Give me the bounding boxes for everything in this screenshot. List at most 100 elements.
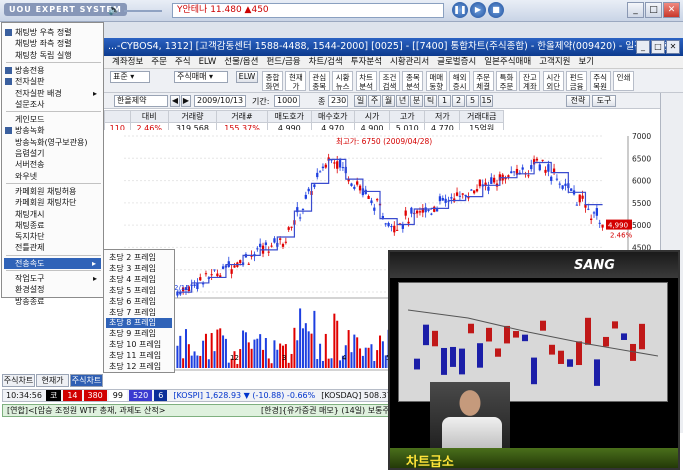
count-field[interactable]: 230 <box>328 95 348 107</box>
side-menu-item[interactable]: 독지차단 <box>5 231 44 242</box>
period-button[interactable]: 15 <box>480 95 493 107</box>
side-menu-item[interactable]: 채팅창 독립 실행 <box>5 50 72 61</box>
menu-item[interactable]: 시황관리서 <box>390 57 429 67</box>
side-menu-item[interactable]: 채팅종료 <box>5 220 44 231</box>
side-menu-item[interactable]: 채팅방 우측 정렬 <box>5 27 72 38</box>
period-button[interactable]: 1 <box>438 95 451 107</box>
side-menu-item[interactable]: 카페회원 채팅차단 <box>5 197 76 208</box>
side-menu-item[interactable]: 방송종료 <box>5 296 44 307</box>
menu-item[interactable]: 계좌정보 <box>112 57 143 67</box>
frame-rate-option[interactable]: 초당 7 프레임 <box>109 308 156 318</box>
menu-item[interactable]: 차트/검색 <box>309 57 343 67</box>
period-field[interactable]: 1000 <box>274 95 300 107</box>
next-button[interactable]: ▶ <box>181 95 191 107</box>
toolbar-button[interactable]: 특화주문 <box>496 71 517 91</box>
toolbar-button[interactable]: 인쇄 <box>613 71 634 91</box>
prev-button[interactable]: ◀ <box>170 95 180 107</box>
toolbar-button[interactable]: 관심종목 <box>308 71 330 91</box>
toolbar-button[interactable]: 매매동향 <box>425 71 447 91</box>
date-field[interactable]: 2009/10/13 <box>194 95 246 107</box>
inner-close-button[interactable]: ✕ <box>666 40 680 54</box>
toolbar-button[interactable]: 차트분석 <box>355 71 377 91</box>
news-text[interactable]: [연합]<[압승 조정원 WTF 총재, 과제도 산적> <box>7 406 165 415</box>
side-menu-item[interactable]: 채팅방 좌측 정렬 <box>5 38 72 49</box>
stock-name-field[interactable]: 한올제약 <box>114 95 168 107</box>
play-icon[interactable]: ▶ <box>470 2 486 18</box>
period-button[interactable]: 년 <box>396 95 409 107</box>
side-menu-item[interactable]: 서버전송 <box>5 159 44 170</box>
side-menu-item[interactable]: 음렴설기 <box>5 148 44 159</box>
menu-item[interactable]: 투자분석 <box>351 57 382 67</box>
strategy-button[interactable]: 도구 <box>592 95 616 107</box>
maximize-button[interactable]: □ <box>645 2 662 18</box>
frame-rate-option[interactable]: 초당 12 프레임 <box>109 362 161 372</box>
bottom-tab[interactable]: 주식차트 <box>2 374 35 387</box>
side-menu-item[interactable]: 와우넷 <box>5 171 37 182</box>
period-button[interactable]: 월 <box>382 95 395 107</box>
period-button[interactable]: 틱 <box>424 95 437 107</box>
toolbar-button[interactable]: 종목분석 <box>402 71 424 91</box>
news-text-2[interactable]: [한경]{유가증권 매모} (14일) 보통주추 <box>261 405 389 416</box>
elw-button[interactable]: ELW <box>236 71 258 83</box>
toolbar-button[interactable]: 시간외단 <box>542 71 564 91</box>
frame-rate-option[interactable]: 초당 11 프레임 <box>109 351 161 361</box>
period-button[interactable]: 일 <box>354 95 367 107</box>
speaker-icon[interactable]: 🔈 <box>108 5 120 16</box>
frame-rate-option[interactable]: 초당 3 프레임 <box>109 264 156 274</box>
stop-icon[interactable]: ■ <box>488 2 504 18</box>
side-menu-item[interactable]: 카페회원 채팅허용 <box>5 186 76 197</box>
strategy-button[interactable]: 전략 <box>566 95 590 107</box>
side-menu-item[interactable]: 전자실판 배경 ▸ <box>5 88 97 99</box>
menu-item[interactable]: ELW <box>199 57 217 67</box>
inner-maximize-button[interactable]: □ <box>651 40 665 54</box>
toolbar-button[interactable]: 종합화면 <box>262 71 283 91</box>
toolbar-button[interactable]: 해외증시 <box>449 71 471 91</box>
frame-rate-option[interactable]: 초당 2 프레임 <box>109 253 156 263</box>
bottom-tab[interactable]: 주식차트 <box>70 374 103 387</box>
frame-rate-option[interactable]: 초당 8 프레임 <box>106 318 172 329</box>
menu-item[interactable]: 고객지원 <box>539 57 570 67</box>
menu-item[interactable]: 선물/옵션 <box>224 57 258 67</box>
period-button[interactable]: 2 <box>452 95 465 107</box>
side-menu-item[interactable]: 방송녹화 <box>5 125 44 136</box>
toolbar-button[interactable]: 현재가 <box>285 71 307 91</box>
frame-rate-option[interactable]: 초당 5 프레임 <box>109 286 156 296</box>
side-menu-item[interactable]: 전자실판 <box>5 76 44 87</box>
period-button[interactable]: 5 <box>466 95 479 107</box>
menu-item[interactable]: 글로벌증시 <box>437 57 476 67</box>
bottom-tab[interactable]: 현재가 <box>36 374 69 387</box>
side-menu-item[interactable]: 방송전용 <box>5 65 44 76</box>
frame-rate-option[interactable]: 초당 4 프레임 <box>109 275 156 285</box>
frame-rate-option[interactable]: 초당 10 프레임 <box>109 340 161 350</box>
slider-icon[interactable] <box>124 10 162 12</box>
side-menu-item[interactable]: 채팅개시 <box>5 209 44 220</box>
toolbar-button[interactable]: 주문체결 <box>472 71 494 91</box>
period-button[interactable]: 주 <box>368 95 381 107</box>
menu-item[interactable]: 주문 <box>151 57 167 67</box>
toolbar-button[interactable]: 조건검색 <box>379 71 400 91</box>
mode-select[interactable]: 표준 ▾ <box>110 71 150 83</box>
minimize-button[interactable]: _ <box>627 2 644 18</box>
menu-item[interactable]: 보기 <box>578 57 594 67</box>
pause-icon[interactable]: ❚❚ <box>452 2 468 18</box>
side-menu-item[interactable]: 전틀관제 <box>5 242 44 253</box>
toolbar-button[interactable]: 잔고계좌 <box>519 71 541 91</box>
side-menu-item[interactable]: 설문조사 <box>5 99 44 110</box>
frame-rate-option[interactable]: 초당 9 프레임 <box>109 329 156 339</box>
menu-item[interactable]: 펀드/금융 <box>266 57 300 67</box>
side-menu-item[interactable]: 환경설정 <box>5 284 44 295</box>
menu-item[interactable]: 일본주식매매 <box>484 57 531 67</box>
side-menu-item[interactable]: 방송녹화(영구보관용) <box>5 137 87 148</box>
close-button[interactable]: ✕ <box>663 2 680 18</box>
order-select[interactable]: 주식매매 ▾ <box>174 71 228 83</box>
period-button[interactable]: 분 <box>410 95 423 107</box>
inner-minimize-button[interactable]: _ <box>636 40 650 54</box>
side-menu-item[interactable]: 작업도구 ▸ <box>5 273 97 284</box>
menu-item[interactable]: 주식 <box>175 57 191 67</box>
side-menu-item[interactable]: 게인모드 <box>5 114 44 125</box>
toolbar-button[interactable]: 주식복원 <box>589 71 611 91</box>
side-menu-item[interactable]: 전송속도 ▸ <box>4 257 101 269</box>
toolbar-button[interactable]: 펀드금융 <box>566 71 588 91</box>
frame-rate-option[interactable]: 초당 6 프레임 <box>109 297 156 307</box>
toolbar-button[interactable]: 시황뉴스 <box>332 71 354 91</box>
